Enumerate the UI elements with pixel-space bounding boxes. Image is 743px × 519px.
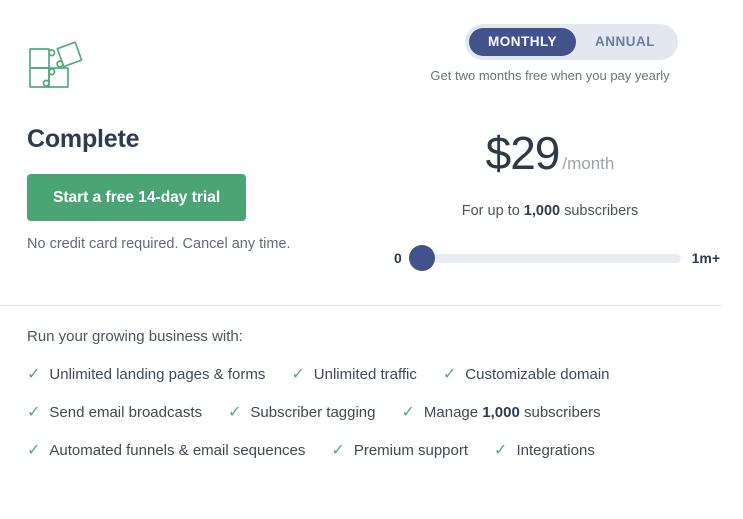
subscriber-suffix: subscribers [560, 203, 639, 219]
features-title: Run your growing business with: [27, 328, 243, 345]
manage-suffix: subscribers [519, 404, 601, 421]
feature-row: ✓ Automated funnels & email sequences ✓ … [27, 442, 717, 459]
feature-label: Premium support [353, 442, 469, 459]
list-item: ✓ Send email broadcasts [27, 404, 202, 421]
check-icon: ✓ [291, 365, 305, 383]
feature-label: Automated funnels & email sequences [49, 442, 306, 459]
check-icon: ✓ [228, 403, 242, 421]
slider-track[interactable] [410, 253, 681, 263]
feature-row: ✓ Unlimited landing pages & forms ✓ Unli… [27, 366, 717, 383]
billing-period-toggle[interactable]: MONTHLY ANNUAL [465, 24, 679, 60]
features-section: Run your growing business with: ✓ Unlimi… [27, 328, 717, 480]
feature-label: Unlimited traffic [313, 366, 417, 383]
trial-disclaimer: No credit card required. Cancel any time… [27, 236, 291, 252]
subscriber-count: 1,000 [523, 203, 561, 219]
manage-prefix: Manage [423, 404, 483, 421]
price-period: /month [562, 154, 615, 173]
list-item: ✓ Subscriber tagging [228, 404, 375, 421]
check-icon: ✓ [331, 441, 345, 459]
feature-label: Subscriber tagging [250, 404, 376, 421]
feature-label: Unlimited landing pages & forms [49, 366, 266, 383]
check-icon: ✓ [494, 441, 508, 459]
feature-row: ✓ Send email broadcasts ✓ Subscriber tag… [27, 404, 717, 421]
feature-label-manage: Manage 1,000 subscribers [424, 404, 601, 421]
list-item: ✓ Customizable domain [443, 366, 610, 383]
subscriber-capacity-label: For up to 1,000 subscribers [380, 203, 720, 219]
page-title: Complete [27, 125, 140, 153]
check-icon: ✓ [27, 403, 41, 421]
slider-track-wrapper[interactable] [408, 245, 681, 271]
check-icon: ✓ [401, 403, 415, 421]
pricing-plan-card: Complete Start a free 14-day trial No cr… [0, 0, 743, 519]
tab-monthly[interactable]: MONTHLY [469, 28, 577, 56]
section-divider [0, 305, 722, 306]
list-item: ✓ Unlimited landing pages & forms [27, 366, 265, 383]
slider-max-label: 1m+ [691, 250, 720, 266]
list-item: ✓ Unlimited traffic [291, 366, 417, 383]
slider-min-label: 0 [394, 250, 402, 266]
list-item: ✓ Manage 1,000 subscribers [401, 404, 600, 421]
price-display: $29/month [380, 126, 720, 180]
feature-label: Send email broadcasts [49, 404, 202, 421]
plan-top-section: Complete Start a free 14-day trial No cr… [0, 0, 743, 305]
slider-thumb[interactable] [408, 245, 435, 271]
start-free-trial-button[interactable]: Start a free 14-day trial [27, 174, 247, 221]
manage-count: 1,000 [482, 404, 520, 421]
check-icon: ✓ [27, 441, 41, 459]
feature-label: Customizable domain [465, 366, 610, 383]
puzzle-icon [27, 27, 99, 97]
feature-label: Integrations [516, 442, 595, 459]
price-amount: $29 [485, 127, 561, 179]
list-item: ✓ Premium support [331, 442, 468, 459]
check-icon: ✓ [27, 365, 41, 383]
list-item: ✓ Integrations [494, 442, 595, 459]
subscriber-prefix: For up to [461, 203, 524, 219]
tab-annual[interactable]: ANNUAL [576, 28, 674, 56]
subscriber-slider[interactable]: 0 1m+ [394, 244, 720, 272]
yearly-savings-note: Get two months free when you pay yearly [430, 68, 670, 83]
check-icon: ✓ [442, 365, 457, 383]
list-item: ✓ Automated funnels & email sequences [27, 442, 305, 459]
